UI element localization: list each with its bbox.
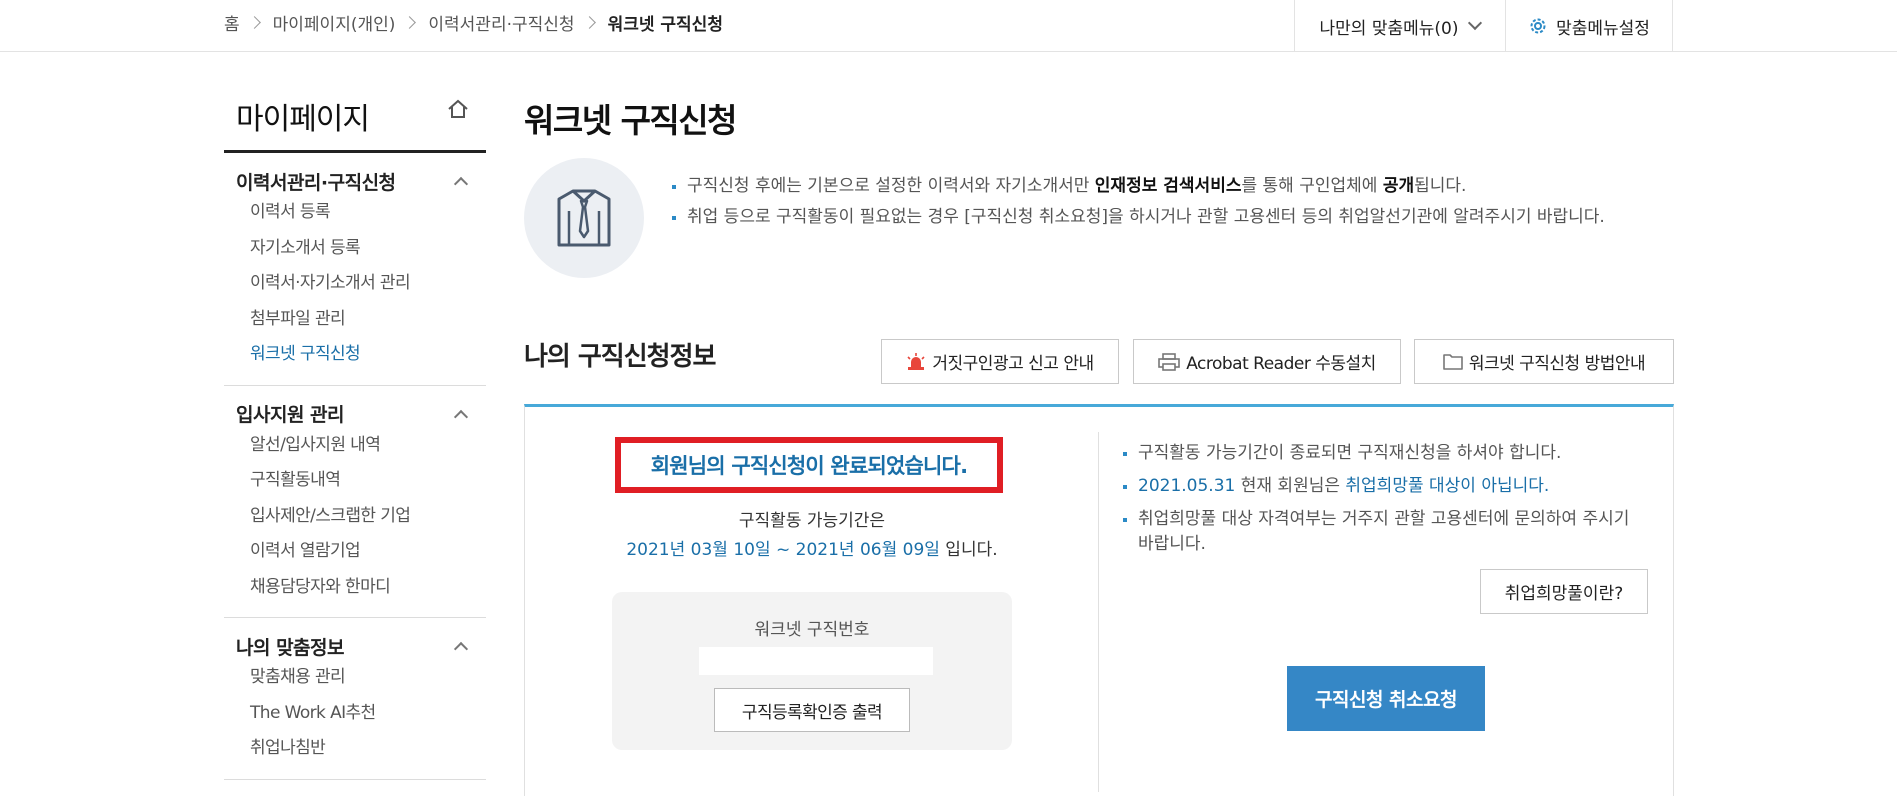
sidebar-item-attachment-manage[interactable]: 첨부파일 관리 — [224, 302, 486, 338]
breadcrumb-home[interactable]: 홈 — [224, 10, 240, 35]
sidebar-item-offers-scraps[interactable]: 입사제안/스크랩한 기업 — [224, 499, 486, 535]
chevron-right-icon — [247, 15, 261, 29]
registration-number-label: 워크넷 구직번호 — [754, 620, 870, 640]
period-suffix: 입니다. — [939, 540, 998, 560]
menu-settings-button[interactable]: 맞춤메뉴설정 — [1505, 0, 1673, 52]
notice-text: 구직신청 후에는 기본으로 설정한 이력서와 자기소개서만 — [687, 176, 1095, 196]
chevron-up-icon — [453, 176, 469, 192]
folder-icon — [1443, 354, 1463, 370]
cancel-application-button[interactable]: 구직신청 취소요청 — [1287, 666, 1485, 731]
note-status: 취업희망풀 대상이 아닙니다. — [1345, 476, 1550, 496]
right-note: 구직활동 가능기간이 종료되면 구직재신청을 하셔야 합니다. — [1123, 441, 1643, 466]
sidebar-group-toggle[interactable]: 입사지원 관리 — [224, 400, 486, 428]
right-note: 2021.05.31 현재 회원님은 취업희망풀 대상이 아닙니다. — [1123, 474, 1643, 499]
registration-number-value — [699, 647, 933, 675]
sidebar-group-toggle[interactable]: 이력서관리·구직신청 — [224, 167, 486, 195]
sidebar-item-job-application[interactable]: 워크넷 구직신청 — [224, 337, 486, 373]
acrobat-install-label: Acrobat Reader 수동설치 — [1186, 354, 1376, 374]
notice-text: 를 통해 구인업체에 — [1241, 176, 1383, 196]
notice-bold: 인재정보 검색서비스 — [1094, 176, 1242, 196]
print-certificate-button[interactable]: 구직등록확인증 출력 — [714, 688, 910, 732]
sidebar: 마이페이지 이력서관리·구직신청 이력서 등록 자기소개서 등록 이력서·자기소… — [224, 52, 486, 780]
breadcrumb-mypage[interactable]: 마이페이지(개인) — [273, 10, 396, 35]
acrobat-install-button[interactable]: Acrobat Reader 수동설치 — [1133, 339, 1401, 384]
notice-item: 취업 등으로 구직활동이 필요없는 경우 [구직신청 취소요청]을 하시거나 관… — [672, 205, 1672, 230]
breadcrumb: 홈 마이페이지(개인) 이력서관리·구직신청 워크넷 구직신청 — [224, 0, 723, 44]
registration-number-box: 워크넷 구직번호 구직등록확인증 출력 — [612, 592, 1012, 750]
printer-icon — [1158, 352, 1180, 371]
menu-settings-label: 맞춤메뉴설정 — [1556, 18, 1650, 39]
sidebar-item-cover-letter-register[interactable]: 자기소개서 등록 — [224, 231, 486, 267]
sidebar-group-custom: 나의 맞춤정보 맞춤채용 관리 The Work AI추천 취업나침반 — [224, 618, 486, 780]
breadcrumb-resume[interactable]: 이력서관리·구직신청 — [428, 10, 574, 35]
home-icon[interactable] — [446, 98, 470, 120]
chevron-right-icon — [582, 15, 596, 29]
sidebar-group-title: 입사지원 관리 — [236, 404, 345, 426]
sidebar-item-resume-register[interactable]: 이력서 등록 — [224, 195, 486, 231]
right-notes-list: 구직활동 가능기간이 종료되면 구직재신청을 하셔야 합니다. 2021.05.… — [1123, 441, 1643, 565]
sidebar-item-apply-history[interactable]: 알선/입사지원 내역 — [224, 428, 486, 464]
page-title: 워크넷 구직신청 — [524, 101, 738, 140]
siren-icon — [907, 352, 925, 370]
sidebar-item-recruiter-talk[interactable]: 채용담당자와 한마디 — [224, 570, 486, 606]
period-line: 2021년 03월 10일 ~ 2021년 06월 09일 입니다. — [525, 535, 1099, 560]
sidebar-group-title: 이력서관리·구직신청 — [236, 171, 396, 194]
sidebar-item-resume-viewers[interactable]: 이력서 열람기업 — [224, 534, 486, 570]
notice-item: 구직신청 후에는 기본으로 설정한 이력서와 자기소개서만 인재정보 검색서비스… — [672, 174, 1672, 199]
chevron-right-icon — [403, 15, 417, 29]
sidebar-item-activity-history[interactable]: 구직활동내역 — [224, 463, 486, 499]
completion-message: 회원님의 구직신청이 완료되었습니다. — [615, 437, 1003, 493]
section-title: 나의 구직신청정보 — [524, 342, 716, 372]
chevron-down-icon — [1468, 15, 1483, 31]
shirt-illustration — [524, 158, 644, 278]
sidebar-group-title: 나의 맞춤정보 — [236, 636, 345, 659]
sidebar-item-custom-jobs[interactable]: 맞춤채용 관리 — [224, 660, 486, 696]
right-note: 취업희망풀 대상 자격여부는 거주지 관할 고용센터에 문의하여 주시기 바랍니… — [1123, 507, 1643, 557]
sidebar-title: 마이페이지 — [236, 102, 370, 137]
sidebar-group-resume: 이력서관리·구직신청 이력서 등록 자기소개서 등록 이력서·자기소개서 관리 … — [224, 153, 486, 386]
sidebar-item-career-compass[interactable]: 취업나침반 — [224, 731, 486, 767]
sidebar-item-resume-manage[interactable]: 이력서·자기소개서 관리 — [224, 266, 486, 302]
my-menu-dropdown[interactable]: 나만의 맞춤메뉴(0) — [1294, 0, 1505, 52]
application-info-panel: 회원님의 구직신청이 완료되었습니다. 구직활동 가능기간은 2021년 03월… — [524, 404, 1674, 796]
notice-list: 구직신청 후에는 기본으로 설정한 이력서와 자기소개서만 인재정보 검색서비스… — [672, 174, 1672, 236]
fake-ad-report-label: 거짓구인광고 신고 안내 — [932, 354, 1094, 374]
my-menu-label: 나만의 맞춤메뉴(0) — [1319, 18, 1459, 39]
note-text: 현재 회원님은 — [1235, 476, 1346, 496]
sidebar-group-toggle[interactable]: 나의 맞춤정보 — [224, 632, 486, 660]
chevron-up-icon — [453, 409, 469, 424]
period-label: 구직활동 가능기간은 — [738, 511, 886, 531]
gear-icon — [1530, 18, 1546, 34]
chevron-up-icon — [453, 641, 469, 657]
period-dates: 2021년 03월 10일 ~ 2021년 06월 09일 — [626, 540, 940, 560]
note-date: 2021.05.31 — [1138, 476, 1236, 496]
application-guide-label: 워크넷 구직신청 방법안내 — [1468, 354, 1646, 374]
notice-text: 됩니다. — [1414, 176, 1467, 196]
notice-bold: 공개 — [1382, 176, 1415, 196]
top-bar: 홈 마이페이지(개인) 이력서관리·구직신청 워크넷 구직신청 나만의 맞춤메뉴… — [0, 0, 1897, 52]
sidebar-item-ai-recommend[interactable]: The Work AI추천 — [224, 696, 486, 732]
sidebar-header: 마이페이지 — [224, 52, 486, 153]
panel-divider — [1098, 432, 1099, 792]
breadcrumb-current: 워크넷 구직신청 — [607, 14, 723, 35]
hope-pool-info-button[interactable]: 취업희망풀이란? — [1480, 569, 1648, 614]
shirt-icon — [557, 189, 611, 247]
application-guide-button[interactable]: 워크넷 구직신청 방법안내 — [1414, 339, 1674, 384]
fake-ad-report-button[interactable]: 거짓구인광고 신고 안내 — [881, 339, 1119, 384]
sidebar-group-apply: 입사지원 관리 알선/입사지원 내역 구직활동내역 입사제안/스크랩한 기업 이… — [224, 386, 486, 618]
